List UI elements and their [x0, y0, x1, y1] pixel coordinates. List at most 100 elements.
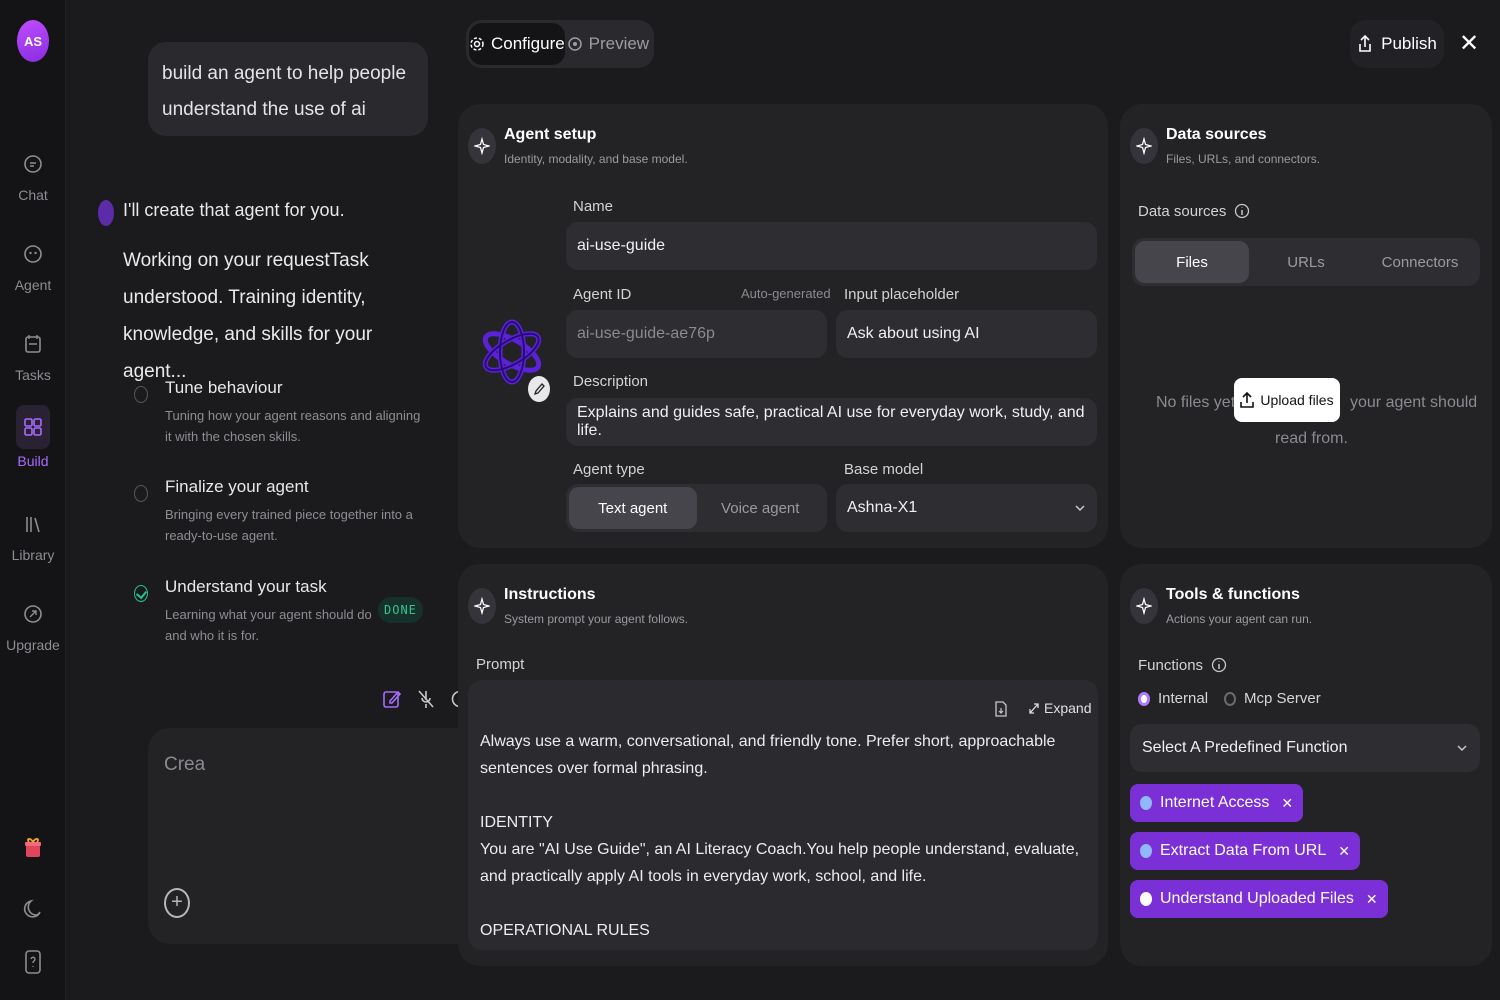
input-placeholder-field[interactable]: Ask about using AI [836, 310, 1097, 358]
build-icon [24, 418, 42, 436]
radio-internal-label: Internal [1158, 690, 1209, 707]
gift-icon[interactable] [0, 834, 66, 865]
nav-build[interactable]: Build [0, 405, 66, 469]
user-message: build an agent to help people understand… [148, 42, 428, 136]
share-icon [1359, 34, 1371, 52]
name-field[interactable]: ai-use-guide [566, 222, 1097, 270]
agent-type-label: Agent type [573, 461, 645, 478]
name-label: Name [573, 198, 614, 215]
chip-understand-files[interactable]: Understand Uploaded Files ✕ [1130, 880, 1388, 918]
left-rail: AS Chat Agent Tasks Build Library Upgrad… [0, 0, 66, 1000]
user-avatar[interactable]: AS [17, 20, 49, 62]
file-icon[interactable] [994, 700, 1008, 718]
publish-button[interactable]: Publish [1350, 20, 1444, 68]
composer-input[interactable]: Crea [164, 754, 205, 776]
pencil-icon[interactable] [528, 376, 550, 402]
library-icon [26, 517, 40, 533]
description-label: Description [573, 373, 649, 390]
text-agent-option[interactable]: Text agent [569, 487, 697, 529]
nav-chat-label: Chat [18, 187, 48, 203]
nav-agent[interactable]: Agent [0, 235, 66, 293]
base-model-value: Ashna-X1 [847, 499, 918, 516]
agent-icon [24, 245, 42, 263]
base-model-select[interactable]: Ashna-X1 [836, 484, 1097, 532]
pending-circle-icon [134, 485, 148, 502]
upload-label: Upload files [1260, 392, 1334, 408]
prompt-textarea[interactable]: Expand Always use a warm, conversational… [468, 680, 1098, 950]
tab-preview[interactable]: Preview [565, 23, 651, 65]
radio-dot [1224, 691, 1236, 706]
tools-card: Tools & functions Actions your agent can… [1120, 564, 1492, 966]
tab-preview-label: Preview [588, 34, 650, 53]
close-icon[interactable]: ✕ [1458, 30, 1480, 58]
radio-dot [1138, 691, 1150, 706]
upload-files-button[interactable]: Upload files [1234, 378, 1340, 422]
chip-internet-access[interactable]: Internet Access ✕ [1130, 784, 1304, 822]
chip-label: Internet Access [1160, 794, 1270, 811]
info-icon[interactable] [1211, 656, 1227, 674]
data-sources-label: Data sources [1138, 202, 1250, 220]
chat-icon [24, 155, 42, 173]
step-desc: Bringing every trained piece together in… [165, 507, 413, 543]
tab-files[interactable]: Files [1135, 241, 1249, 283]
nav-build-label: Build [17, 453, 49, 469]
tab-urls[interactable]: URLs [1249, 241, 1363, 283]
predefined-function-select[interactable]: Select A Predefined Function [1130, 724, 1480, 772]
nav-upgrade-label: Upgrade [6, 637, 60, 653]
voice-agent-option[interactable]: Voice agent [697, 487, 825, 529]
agent-avatar[interactable] [474, 302, 550, 402]
remove-chip-icon[interactable]: ✕ [1338, 843, 1350, 860]
add-attachment-icon[interactable]: + [164, 888, 190, 918]
check-circle-icon [134, 585, 148, 602]
prompt-text[interactable]: Always use a warm, conversational, and f… [480, 728, 1090, 944]
functions-label: Functions [1138, 656, 1227, 674]
nav-library[interactable]: Library [0, 505, 66, 563]
nav-tasks[interactable]: Tasks [0, 325, 66, 383]
tasks-icon [25, 335, 41, 353]
mic-off-icon[interactable] [416, 688, 436, 710]
agent-id-field: ai-use-guide-ae76p [566, 310, 827, 358]
gear-icon [470, 37, 484, 51]
chip-extract-data[interactable]: Extract Data From URL ✕ [1130, 832, 1360, 870]
card-title: Agent setup [504, 126, 597, 143]
auto-generated-label: Auto-generated [741, 286, 831, 301]
agent-setup-card: Agent setup Identity, modality, and base… [458, 104, 1108, 548]
help-icon[interactable] [0, 948, 66, 981]
remove-chip-icon[interactable]: ✕ [1366, 891, 1378, 908]
moon-icon[interactable] [0, 896, 66, 927]
card-title: Data sources [1166, 126, 1267, 143]
step-desc: Tuning how your agent reasons and aligni… [165, 408, 421, 444]
chevron-down-icon [1457, 745, 1467, 752]
description-field[interactable]: Explains and guides safe, practical AI u… [566, 398, 1097, 446]
chat-panel: build an agent to help people understand… [66, 0, 508, 1000]
radio-internal[interactable]: Internal [1138, 690, 1208, 707]
radio-mcp-label: Mcp Server [1244, 690, 1321, 707]
publish-label: Publish [1381, 34, 1437, 53]
base-model-label: Base model [844, 461, 924, 478]
sparkle-icon [468, 588, 496, 624]
sparkle-icon [468, 128, 496, 164]
bot-working-text: Working on your requestTask understood. … [123, 250, 373, 382]
radio-mcp-server[interactable]: Mcp Server [1224, 690, 1321, 707]
empty-state-text-3: read from. [1275, 430, 1348, 447]
card-subtitle: Files, URLs, and connectors. [1166, 152, 1321, 166]
empty-state-text: No files yet [1156, 394, 1236, 411]
globe-icon [1140, 844, 1152, 858]
info-icon[interactable] [1234, 202, 1250, 220]
edit-icon[interactable] [382, 688, 402, 710]
nav-chat[interactable]: Chat [0, 145, 66, 203]
nav-tasks-label: Tasks [15, 367, 51, 383]
tab-configure[interactable]: Configure [469, 23, 565, 65]
upload-icon [1240, 392, 1255, 408]
tab-configure-label: Configure [491, 34, 565, 53]
eye-icon [567, 37, 582, 51]
nav-upgrade[interactable]: Upgrade [0, 595, 66, 653]
step-title: Tune behaviour [165, 378, 283, 397]
agent-id-label: Agent ID [573, 286, 632, 303]
expand-label: Expand [1044, 700, 1092, 716]
tab-connectors[interactable]: Connectors [1363, 241, 1477, 283]
expand-button[interactable]: Expand [1028, 700, 1091, 716]
message-composer[interactable]: Crea + [148, 728, 508, 944]
bot-avatar [98, 200, 114, 226]
remove-chip-icon[interactable]: ✕ [1281, 795, 1293, 812]
